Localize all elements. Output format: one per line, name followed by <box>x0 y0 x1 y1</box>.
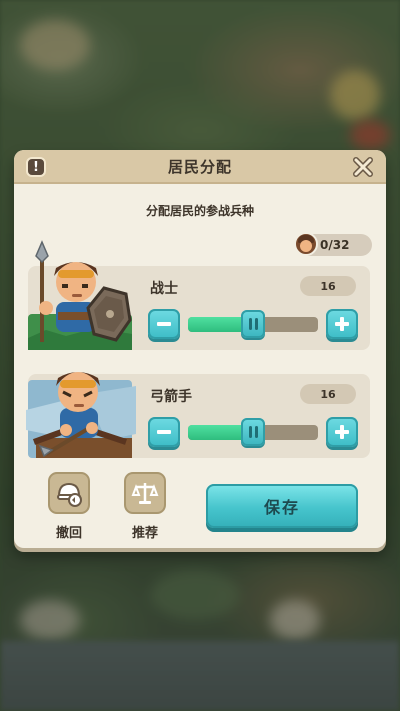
unit-row-warrior: 战士 16 <box>28 240 370 350</box>
population-value: 0/32 <box>320 238 350 252</box>
minus-icon <box>157 430 171 434</box>
plus-icon <box>335 317 349 331</box>
resident-allocation-dialog: ! 居民分配 分配居民的参战兵种 0/32 战士 16 弓箭手 16 撤回 推荐… <box>14 150 386 548</box>
unit-count-warrior: 16 <box>300 276 356 296</box>
minus-icon <box>157 322 171 326</box>
warrior-slider-handle[interactable] <box>241 310 265 338</box>
archer-slider-handle[interactable] <box>241 418 265 446</box>
recommend-action[interactable]: 推荐 <box>122 472 168 541</box>
helmet-undo-icon[interactable] <box>48 472 90 514</box>
unit-name-archer: 弓箭手 <box>150 389 192 405</box>
undo-action[interactable]: 撤回 <box>46 472 92 541</box>
scales-icon[interactable] <box>124 472 166 514</box>
unit-name-warrior: 战士 <box>150 281 178 297</box>
undo-label: 撤回 <box>55 526 82 541</box>
archer-decrease-button[interactable] <box>148 417 180 447</box>
warrior-decrease-button[interactable] <box>148 309 180 339</box>
recommend-label: 推荐 <box>131 526 158 541</box>
population-counter: 0/32 <box>294 232 372 256</box>
resident-avatar-icon <box>294 232 318 256</box>
unit-row-archer: 弓箭手 16 <box>26 372 370 458</box>
dialog-title: 居民分配 <box>167 157 232 176</box>
close-icon[interactable] <box>350 154 376 180</box>
plus-icon <box>335 425 349 439</box>
save-button[interactable]: 保存 <box>206 484 358 528</box>
warrior-increase-button[interactable] <box>326 309 358 339</box>
info-icon[interactable]: ! <box>26 157 46 177</box>
unit-count-archer: 16 <box>300 384 356 404</box>
dialog-subtitle: 分配居民的参战兵种 <box>145 204 254 218</box>
warrior-portrait <box>28 240 132 350</box>
archer-increase-button[interactable] <box>326 417 358 447</box>
dialog-header: ! 居民分配 <box>14 150 386 184</box>
archer-portrait <box>26 372 136 458</box>
